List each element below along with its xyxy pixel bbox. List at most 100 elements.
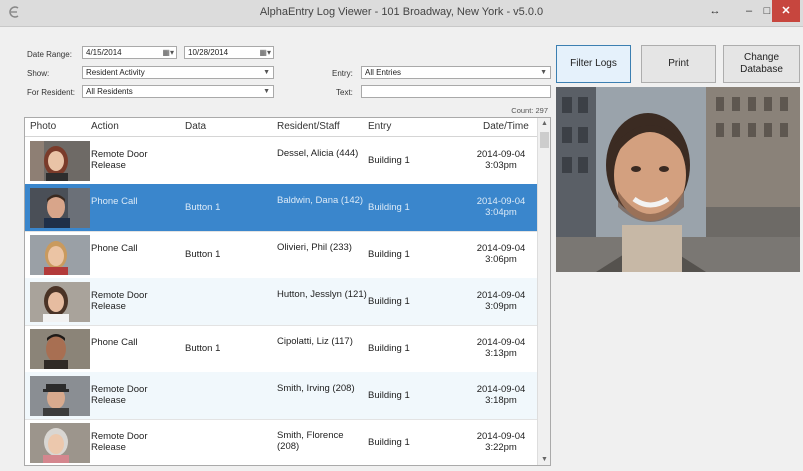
time-text: 3:06pm: [485, 254, 517, 265]
show-select[interactable]: Resident Activity ▼: [82, 66, 274, 79]
resident-value: All Residents: [86, 87, 133, 96]
table-row[interactable]: Remote Door Release Smith, Florence (208…: [25, 419, 537, 465]
entry-select[interactable]: All Entries ▼: [361, 66, 551, 79]
print-button[interactable]: Print: [641, 45, 716, 83]
show-value: Resident Activity: [86, 68, 145, 77]
action-cell: Phone Call: [91, 243, 138, 254]
col-resident[interactable]: Resident/Staff: [277, 121, 340, 132]
resident-photo: [30, 235, 90, 275]
date-from-value: 4/15/2014: [86, 48, 122, 57]
entry-label: Entry:: [332, 69, 353, 78]
datetime-cell: 2014-09-04 3:04pm: [465, 196, 537, 218]
entry-cell: Building 1: [368, 343, 410, 354]
entry-cell: Building 1: [368, 249, 410, 260]
resident-cell: Smith, Irving (208): [277, 383, 355, 394]
chevron-down-icon: ▼: [263, 88, 270, 95]
datetime-cell: 2014-09-04 3:09pm: [465, 290, 537, 312]
chevron-down-icon: ▼: [540, 69, 547, 76]
action-cell: Phone Call: [91, 196, 138, 207]
scroll-down-icon[interactable]: ▼: [538, 456, 550, 463]
col-datetime[interactable]: Date/Time: [483, 121, 529, 132]
datetime-cell: 2014-09-04 3:03pm: [465, 149, 537, 171]
resident-photo: [30, 376, 90, 416]
date-from-picker[interactable]: 4/15/2014 ▦▾: [82, 46, 177, 59]
entry-cell: Building 1: [368, 390, 410, 401]
date-text: 2014-09-04: [476, 384, 526, 395]
table-row[interactable]: Remote Door Release Hutton, Jesslyn (121…: [25, 278, 537, 326]
photo-preview: [556, 87, 800, 272]
action-cell: Remote Door Release: [91, 149, 148, 171]
calendar-icon[interactable]: ▦▾: [259, 47, 271, 58]
date-text: 2014-09-04: [476, 290, 526, 301]
time-text: 3:18pm: [485, 395, 517, 406]
action-cell: Remote Door Release: [91, 431, 148, 453]
window-title: AlphaEntry Log Viewer - 101 Broadway, Ne…: [259, 6, 544, 18]
datetime-cell: 2014-09-04 3:13pm: [465, 337, 537, 359]
time-text: 3:09pm: [485, 301, 517, 312]
date-text: 2014-09-04: [476, 149, 526, 160]
show-label: Show:: [27, 69, 50, 78]
date-range-label: Date Range:: [27, 50, 72, 59]
chevron-down-icon: ▼: [263, 69, 270, 76]
resident-cell: Smith, Florence (208): [277, 430, 344, 452]
record-count: Count: 297: [511, 106, 548, 115]
resident-select[interactable]: All Residents ▼: [82, 85, 274, 98]
time-text: 3:13pm: [485, 348, 517, 359]
resident-photo: [30, 329, 90, 369]
resident-photo: [30, 282, 90, 322]
calendar-icon[interactable]: ▦▾: [162, 47, 174, 58]
time-text: 3:04pm: [485, 207, 517, 218]
vertical-scrollbar[interactable]: ▲ ▼: [537, 118, 550, 465]
col-photo[interactable]: Photo: [30, 121, 56, 132]
action-cell: Remote Door Release: [91, 384, 148, 406]
scroll-up-icon[interactable]: ▲: [538, 120, 550, 127]
date-text: 2014-09-04: [476, 337, 526, 348]
resident-cell: Hutton, Jesslyn (121): [277, 289, 367, 300]
resident-cell: Dessel, Alicia (444): [277, 148, 359, 159]
text-search-input[interactable]: [361, 85, 551, 98]
resident-photo: [30, 423, 90, 463]
table-header: Photo Action Data Resident/Staff Entry D…: [25, 118, 537, 137]
col-entry[interactable]: Entry: [368, 121, 391, 132]
data-cell: Button 1: [185, 343, 221, 354]
resident-photo: [30, 141, 90, 181]
resident-cell: Cipolatti, Liz (117): [277, 336, 353, 347]
scroll-thumb[interactable]: [540, 132, 549, 148]
time-text: 3:22pm: [485, 442, 517, 453]
text-label: Text:: [336, 88, 353, 97]
filter-logs-button[interactable]: Filter Logs: [556, 45, 631, 83]
action-cell: Remote Door Release: [91, 290, 148, 312]
datetime-cell: 2014-09-04 3:18pm: [465, 384, 537, 406]
log-table: Photo Action Data Resident/Staff Entry D…: [24, 117, 551, 466]
col-action[interactable]: Action: [91, 121, 119, 132]
change-database-button[interactable]: Change Database: [723, 45, 800, 83]
close-button[interactable]: ✕: [772, 0, 800, 22]
entry-cell: Building 1: [368, 155, 410, 166]
table-row[interactable]: Remote Door Release Dessel, Alicia (444)…: [25, 137, 537, 185]
col-data[interactable]: Data: [185, 121, 206, 132]
resident-cell: Olivieri, Phil (233): [277, 242, 352, 253]
date-text: 2014-09-04: [476, 431, 526, 442]
resize-icon[interactable]: ↔: [700, 0, 730, 22]
table-row[interactable]: Phone Call Button 1 Olivieri, Phil (233)…: [25, 231, 537, 279]
time-text: 3:03pm: [485, 160, 517, 171]
date-text: 2014-09-04: [476, 243, 526, 254]
datetime-cell: 2014-09-04 3:22pm: [465, 431, 537, 453]
table-row-selected[interactable]: Phone Call Button 1 Baldwin, Dana (142) …: [25, 184, 537, 232]
date-text: 2014-09-04: [476, 196, 526, 207]
resident-cell: Baldwin, Dana (142): [277, 195, 364, 206]
table-row[interactable]: Remote Door Release Smith, Irving (208) …: [25, 372, 537, 420]
date-to-picker[interactable]: 10/28/2014 ▦▾: [184, 46, 274, 59]
entry-cell: Building 1: [368, 202, 410, 213]
entry-cell: Building 1: [368, 296, 410, 307]
for-resident-label: For Resident:: [27, 88, 76, 97]
data-cell: Button 1: [185, 202, 221, 213]
action-cell: Phone Call: [91, 337, 138, 348]
entry-cell: Building 1: [368, 437, 410, 448]
datetime-cell: 2014-09-04 3:06pm: [465, 243, 537, 265]
table-row[interactable]: Phone Call Button 1 Cipolatti, Liz (117)…: [25, 325, 537, 373]
data-cell: Button 1: [185, 249, 221, 260]
entry-value: All Entries: [365, 68, 402, 77]
date-to-value: 10/28/2014: [188, 48, 229, 57]
title-bar: AlphaEntry Log Viewer - 101 Broadway, Ne…: [0, 0, 803, 27]
